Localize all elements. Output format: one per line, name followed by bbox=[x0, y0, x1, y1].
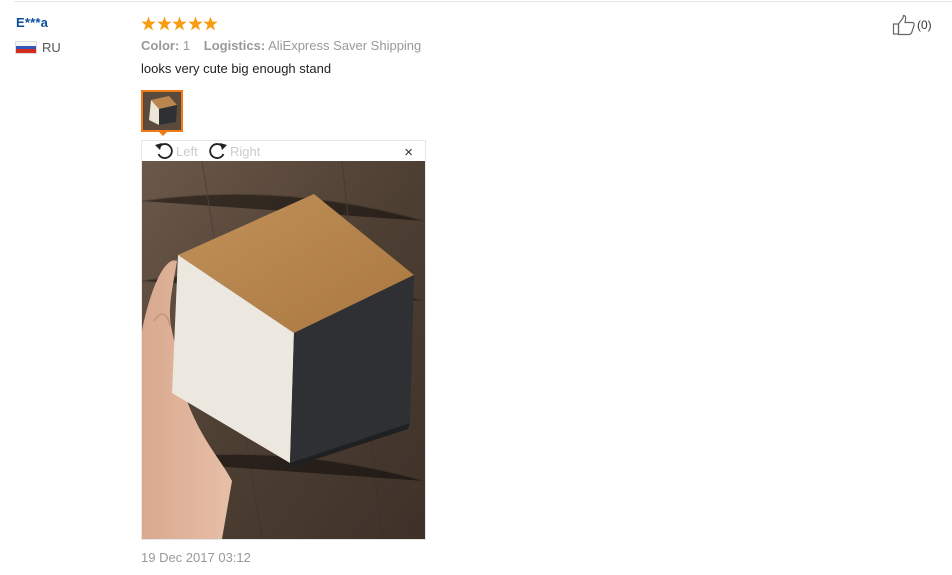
rotate-left-icon bbox=[155, 143, 173, 159]
color-key: Color: bbox=[141, 38, 180, 53]
rotate-left-button[interactable]: Left bbox=[154, 142, 198, 160]
close-icon[interactable]: × bbox=[404, 145, 413, 160]
viewer-toolbar: Left Right × bbox=[142, 141, 425, 161]
review-date: 19 Dec 2017 03:12 bbox=[141, 550, 251, 565]
rotate-right-button[interactable]: Right bbox=[208, 142, 260, 160]
rotate-right-label: Right bbox=[230, 143, 261, 159]
rotate-left-label: Left bbox=[176, 143, 198, 159]
ru-flag-icon bbox=[16, 42, 36, 54]
star-icon bbox=[172, 16, 187, 30]
helpful-button[interactable]: (0) bbox=[892, 14, 932, 36]
review-text: looks very cute big enough stand bbox=[141, 61, 332, 76]
color-value: 1 bbox=[182, 38, 191, 53]
star-icon bbox=[203, 16, 218, 30]
helpful-count: (0) bbox=[917, 18, 932, 32]
star-icon bbox=[156, 16, 172, 30]
reviewer-name[interactable]: E***a bbox=[16, 15, 61, 30]
review-photo-thumbnail[interactable] bbox=[141, 90, 183, 132]
review-photo bbox=[142, 161, 425, 539]
logistics-key: Logistics: bbox=[203, 38, 266, 53]
reviewer-country: RU bbox=[16, 40, 61, 55]
review-content: Color: 1 Logistics: AliExpress Saver Shi… bbox=[141, 13, 901, 76]
reviewer-info: E***a RU bbox=[16, 15, 61, 55]
star-icon bbox=[141, 16, 156, 30]
divider bbox=[14, 1, 952, 2]
order-properties: Color: 1 Logistics: AliExpress Saver Shi… bbox=[141, 38, 901, 53]
country-code: RU bbox=[42, 40, 61, 55]
thumbnail-pointer bbox=[157, 130, 169, 136]
logistics-value: AliExpress Saver Shipping bbox=[268, 38, 422, 53]
photo-viewer: Left Right × bbox=[141, 140, 426, 540]
thumbs-up-icon bbox=[892, 14, 915, 36]
star-icon bbox=[187, 16, 203, 30]
rotate-right-icon bbox=[209, 143, 227, 159]
star-rating bbox=[141, 13, 901, 33]
